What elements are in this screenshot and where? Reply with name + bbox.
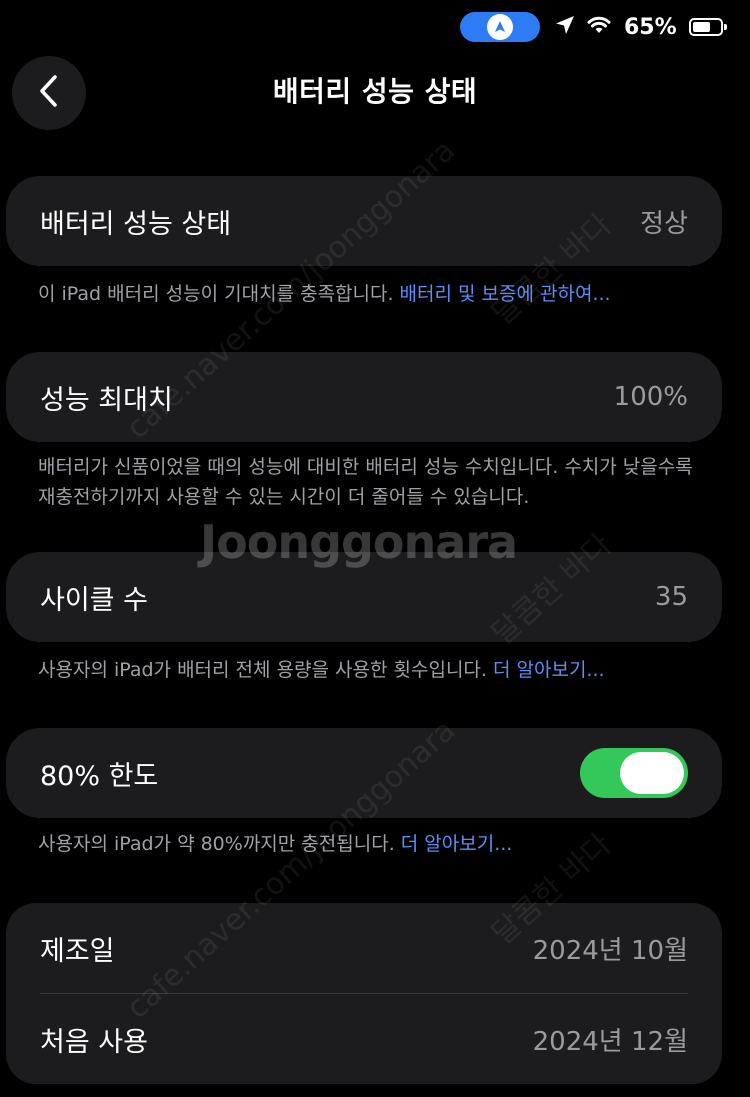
limit-80-footnote: 사용자의 iPad가 약 80%까지만 충전됩니다. 더 알아보기... (38, 829, 698, 859)
cycle-count-footnote: 사용자의 iPad가 배터리 전체 용량을 사용한 횟수입니다. 더 알아보기.… (38, 655, 698, 685)
limit-80-footnote-text: 사용자의 iPad가 약 80%까지만 충전됩니다. (38, 833, 401, 855)
first-use-row: 처음 사용 2024년 12월 (6, 994, 722, 1084)
limit-80-label: 80% 한도 (40, 760, 159, 792)
first-use-value: 2024년 12월 (532, 1026, 688, 1057)
battery-warranty-link[interactable]: 배터리 및 보증에 관하여... (400, 283, 611, 305)
status-indicators: 65% (554, 10, 727, 44)
battery-cap (723, 24, 727, 30)
battery-icon (688, 18, 727, 36)
manufactured-row: 제조일 2024년 10월 (6, 903, 722, 993)
battery-health-label: 배터리 성능 상태 (40, 208, 232, 240)
limit-80-learn-more-link[interactable]: 더 알아보기... (401, 833, 513, 855)
limit-80-toggle[interactable] (580, 748, 688, 798)
max-capacity-footnote: 배터리가 신품이었을 때의 성능에 대비한 배터리 성능 수치입니다. 수치가 … (38, 456, 693, 508)
cycle-count-footnote-text: 사용자의 iPad가 배터리 전체 용량을 사용한 횟수입니다. (38, 659, 493, 681)
battery-fill (692, 22, 710, 32)
cycle-count-row: 사이클 수 35 (6, 552, 722, 642)
max-capacity-value: 100% (613, 382, 688, 412)
dates-card: 제조일 2024년 10월 처음 사용 2024년 12월 (6, 903, 722, 1084)
battery-health-row[interactable]: 배터리 성능 상태 정상 (6, 176, 722, 266)
battery-health-footnote-text: 이 iPad 배터리 성능이 기대치를 충족합니다. (38, 283, 400, 305)
battery-percent: 65% (624, 14, 677, 40)
wifi-icon (586, 15, 612, 39)
first-use-label: 처음 사용 (40, 1026, 148, 1058)
battery-health-value: 정상 (640, 208, 688, 239)
max-capacity-label: 성능 최대치 (40, 384, 173, 416)
cycle-count-label: 사이클 수 (40, 584, 148, 616)
limit-80-row: 80% 한도 (6, 728, 722, 818)
navigation-pill[interactable] (460, 12, 540, 42)
battery-health-footnote: 이 iPad 배터리 성능이 기대치를 충족합니다. 배터리 및 보증에 관하여… (38, 279, 698, 309)
status-bar: 65% (0, 0, 750, 56)
manufactured-label: 제조일 (40, 935, 115, 967)
max-capacity-card: 성능 최대치 100% (6, 352, 722, 442)
cycle-count-card: 사이클 수 35 (6, 552, 722, 642)
cycle-count-learn-more-link[interactable]: 더 알아보기... (493, 659, 605, 681)
battery-health-card: 배터리 성능 상태 정상 (6, 176, 722, 266)
limit-80-card: 80% 한도 (6, 728, 722, 818)
toggle-knob (620, 752, 684, 794)
page-title: 배터리 성능 상태 (272, 75, 478, 108)
location-arrow-icon (554, 14, 576, 40)
manufactured-value: 2024년 10월 (532, 935, 688, 966)
cycle-count-value: 35 (654, 582, 688, 612)
navigation-arrow-icon (487, 14, 513, 40)
max-capacity-row: 성능 최대치 100% (6, 352, 722, 442)
